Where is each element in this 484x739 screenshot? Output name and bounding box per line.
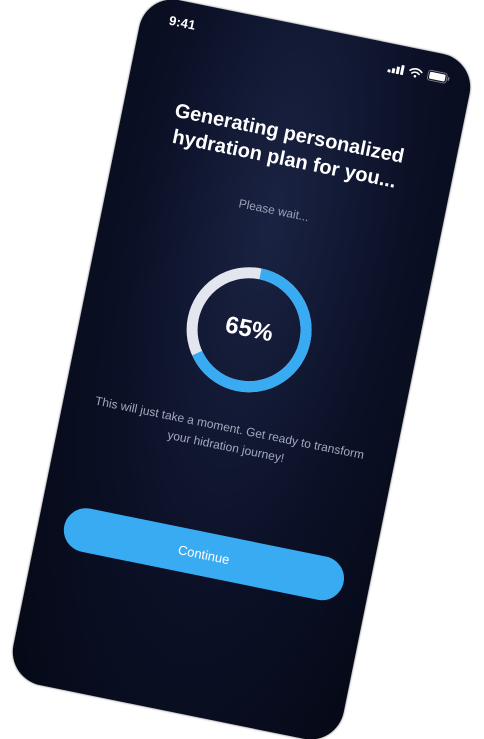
continue-button[interactable]: Continue xyxy=(59,504,348,605)
info-message: This will just take a moment. Get ready … xyxy=(93,393,366,466)
signal-icon xyxy=(386,59,405,80)
status-icons xyxy=(386,59,451,89)
progress-ring: 65% xyxy=(172,253,325,406)
progress-percent: 65% xyxy=(222,311,276,348)
page-title: Generating personalized hydration plan f… xyxy=(170,99,406,193)
wifi-icon xyxy=(407,64,424,84)
battery-icon xyxy=(425,67,451,89)
status-time: 9:41 xyxy=(167,12,197,33)
status-bar: 9:41 xyxy=(137,0,476,104)
phone-screen: 9:41 Generating personalized hydration p… xyxy=(6,0,477,739)
